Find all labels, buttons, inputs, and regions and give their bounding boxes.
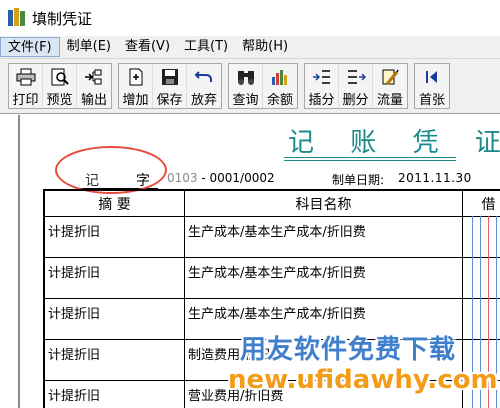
menu-view[interactable]: 查看(V): [118, 37, 177, 57]
column-header-account: 科目名称: [184, 190, 463, 217]
menu-bar: 文件(F) 制单(E) 查看(V) 工具(T) 帮助(H): [0, 36, 500, 58]
voucher-title: 记 账 凭 证: [288, 128, 500, 158]
cashflow-button[interactable]: 流量: [373, 64, 407, 108]
toolbar: 打印 预览 输出 增加 保存 放弃 查询 余额 插分 删分 流量 首张: [0, 58, 500, 114]
menu-voucher[interactable]: 制单(E): [60, 37, 118, 57]
print-label: 打印: [12, 93, 39, 108]
first-page-icon: [421, 67, 443, 87]
save-label: 保存: [156, 93, 183, 108]
binoculars-icon: [235, 67, 257, 87]
first-page-label: 首张: [418, 93, 445, 108]
watermark-text: 用友软件免费下载: [240, 335, 457, 365]
summary-cell[interactable]: 计提折旧: [44, 298, 185, 340]
discard-button[interactable]: 放弃: [187, 64, 221, 108]
delete-entry-button[interactable]: 删分: [339, 64, 373, 108]
export-icon: [83, 67, 105, 87]
make-date-label: 制单日期:: [332, 173, 385, 187]
add-button[interactable]: 增加: [119, 64, 153, 108]
preview-label: 预览: [46, 93, 73, 108]
toolbar-group-output: 打印 预览 输出: [8, 63, 112, 109]
voucher-number-value: - 0001/0002: [201, 171, 275, 185]
save-icon: [159, 67, 181, 87]
cashflow-label: 流量: [376, 93, 403, 108]
table-header-row: 摘 要 科目名称 借: [44, 190, 500, 217]
toolbar-group-query: 查询 余额: [228, 63, 298, 109]
cashflow-icon: [379, 67, 401, 87]
table-row[interactable]: 计提折旧 生产成本/基本生产成本/折旧费: [44, 257, 500, 299]
menu-tools[interactable]: 工具(T): [177, 37, 235, 57]
preview-icon: [49, 67, 71, 87]
voucher-number[interactable]: 0103 - 0001/0002: [167, 171, 275, 185]
annotation-circle: [55, 146, 167, 194]
delete-entry-label: 删分: [342, 93, 369, 108]
summary-cell[interactable]: 计提折旧: [44, 339, 185, 381]
watermark-url: new.ufidawhy.com: [228, 365, 498, 395]
insert-entry-label: 插分: [308, 93, 335, 108]
column-header-summary: 摘 要: [44, 190, 185, 217]
menu-help[interactable]: 帮助(H): [235, 37, 295, 57]
table-row[interactable]: 计提折旧 生产成本/基本生产成本/折旧费: [44, 216, 500, 258]
toolbar-group-entry: 插分 删分 流量: [304, 63, 408, 109]
title-underline-double: [284, 160, 456, 161]
app-icon: [8, 8, 26, 28]
balance-label: 余额: [266, 93, 293, 108]
preview-button[interactable]: 预览: [43, 64, 77, 108]
menu-file[interactable]: 文件(F): [0, 37, 60, 57]
delete-entry-icon: [345, 67, 367, 87]
column-header-debit: 借: [462, 190, 500, 217]
export-label: 输出: [80, 93, 107, 108]
add-icon: [125, 67, 147, 87]
title-underline: [284, 157, 456, 158]
document-margin-rule: [18, 115, 20, 408]
toolbar-group-nav: 首张: [414, 63, 450, 109]
add-label: 增加: [122, 93, 149, 108]
query-label: 查询: [232, 93, 259, 108]
account-cell[interactable]: 生产成本/基本生产成本/折旧费: [184, 216, 463, 258]
voucher-number-prefix: 0103: [167, 171, 198, 185]
window-title: 填制凭证: [32, 9, 93, 28]
print-button[interactable]: 打印: [9, 64, 43, 108]
export-button[interactable]: 输出: [77, 64, 111, 108]
summary-cell[interactable]: 计提折旧: [44, 257, 185, 299]
insert-entry-icon: [311, 67, 333, 87]
make-date-field[interactable]: 2011.11.30: [398, 171, 472, 185]
summary-cell[interactable]: 计提折旧: [44, 216, 185, 258]
account-cell[interactable]: 生产成本/基本生产成本/折旧费: [184, 257, 463, 299]
summary-cell[interactable]: 计提折旧: [44, 380, 185, 408]
undo-icon: [193, 67, 215, 87]
first-page-button[interactable]: 首张: [415, 64, 449, 108]
printer-icon: [15, 67, 37, 87]
title-bar: 填制凭证: [0, 0, 500, 36]
toolbar-group-edit: 增加 保存 放弃: [118, 63, 222, 109]
query-button[interactable]: 查询: [229, 64, 263, 108]
discard-label: 放弃: [190, 93, 217, 108]
insert-entry-button[interactable]: 插分: [305, 64, 339, 108]
voucher-window: 填制凭证 文件(F) 制单(E) 查看(V) 工具(T) 帮助(H) 打印 预览: [0, 0, 500, 408]
save-button[interactable]: 保存: [153, 64, 187, 108]
balance-button[interactable]: 余额: [263, 64, 297, 108]
balance-chart-icon: [269, 67, 291, 87]
